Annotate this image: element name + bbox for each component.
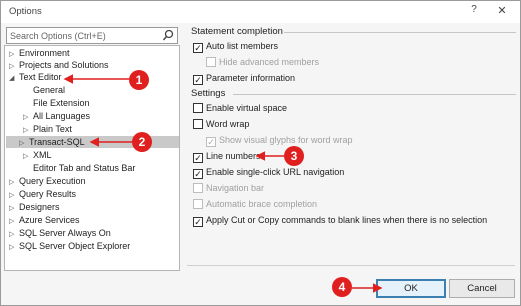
options-dialog: Options ? ✕ ▷Environment ▷Projects and S… [0, 0, 521, 306]
tree-item-projects[interactable]: ▷ Projects and Solutions [9, 59, 109, 71]
tree-item-text-editor[interactable]: ◢ Text Editor [9, 71, 62, 83]
checkbox-icon[interactable] [193, 199, 203, 209]
option-url-navigation[interactable]: ✓ Enable single-click URL navigation [193, 166, 344, 179]
close-icon[interactable]: ✕ [493, 4, 511, 20]
option-parameter-information[interactable]: ✓ Parameter information [193, 72, 295, 85]
search-box [6, 27, 178, 44]
search-icon[interactable] [162, 29, 174, 42]
tree-item-object-explorer[interactable]: ▷ SQL Server Object Explorer [9, 240, 130, 252]
checkbox-checked-icon[interactable]: ✓ [193, 153, 203, 163]
statement-completion-heading: Statement completion [191, 26, 283, 37]
annotation-badge-3: 3 [284, 146, 304, 166]
tree-item-file-extension[interactable]: File Extension [33, 97, 90, 109]
divider [233, 94, 516, 95]
option-word-wrap[interactable]: Word wrap [193, 118, 249, 131]
checkbox-icon[interactable] [206, 57, 216, 67]
checkbox-checked-icon[interactable]: ✓ [193, 169, 203, 179]
settings-pane: Statement completion ✓ Auto list members … [187, 23, 520, 273]
checkbox-icon[interactable] [193, 183, 203, 193]
tree-item-general[interactable]: General [33, 84, 65, 96]
tree-item-xml[interactable]: ▷ XML [23, 149, 52, 161]
checkbox-checked-icon[interactable]: ✓ [193, 217, 203, 227]
title-bar: Options ? ✕ [1, 1, 520, 23]
search-input[interactable] [7, 28, 157, 43]
tree-item-editor-tab[interactable]: Editor Tab and Status Bar [33, 162, 135, 174]
window-title: Options [9, 6, 42, 17]
annotation-badge-1: 1 [129, 70, 149, 90]
option-visual-glyphs[interactable]: ✓ Show visual glyphs for word wrap [206, 134, 353, 147]
option-brace-completion[interactable]: Automatic brace completion [193, 198, 317, 211]
chevron-right-icon: ▷ [23, 153, 29, 160]
tree-item-azure-services[interactable]: ▷ Azure Services [9, 214, 80, 226]
checkbox-icon[interactable] [193, 103, 203, 113]
options-tree: ▷ Environment ▷ Projects and Solutions ◢ Te… [4, 45, 180, 271]
option-line-numbers[interactable]: ✓ Line numbers [193, 150, 261, 163]
option-hide-advanced-members[interactable]: Hide advanced members [206, 56, 319, 69]
tree-item-plain-text[interactable]: ▷ Plain Text [23, 123, 72, 135]
tree-item-transact-sql[interactable]: ▷ Transact-SQL [6, 136, 179, 148]
option-auto-list-members[interactable]: ✓ Auto list members [193, 40, 278, 53]
help-icon[interactable]: ? [465, 4, 483, 20]
divider [187, 265, 515, 266]
tree-item-environment[interactable]: ▷ Environment [9, 47, 70, 59]
checkbox-checked-icon[interactable]: ✓ [206, 137, 216, 147]
option-navigation-bar[interactable]: Navigation bar [193, 182, 264, 195]
tree-item-all-languages[interactable]: ▷ All Languages [23, 110, 90, 122]
annotation-badge-2: 2 [132, 132, 152, 152]
settings-heading: Settings [191, 88, 226, 99]
chevron-down-icon: ◢ [9, 75, 15, 82]
tree-item-query-execution[interactable]: ▷ Query Execution [9, 175, 86, 187]
cancel-button[interactable]: Cancel [449, 279, 515, 298]
tree-item-designers[interactable]: ▷ Designers [9, 201, 60, 213]
annotation-badge-4: 4 [332, 277, 352, 297]
tree-item-query-results[interactable]: ▷ Query Results [9, 188, 76, 200]
option-virtual-space[interactable]: Enable virtual space [193, 102, 287, 115]
ok-button[interactable]: OK [376, 279, 446, 298]
option-cut-copy-blank-lines[interactable]: ✓ Apply Cut or Copy commands to blank lin… [193, 214, 487, 227]
divider [284, 32, 516, 33]
chevron-right-icon: ▷ [9, 244, 15, 251]
checkbox-checked-icon[interactable]: ✓ [193, 75, 203, 85]
checkbox-icon[interactable] [193, 119, 203, 129]
checkbox-checked-icon[interactable]: ✓ [193, 43, 203, 53]
tree-item-always-on[interactable]: ▷ SQL Server Always On [9, 227, 111, 239]
